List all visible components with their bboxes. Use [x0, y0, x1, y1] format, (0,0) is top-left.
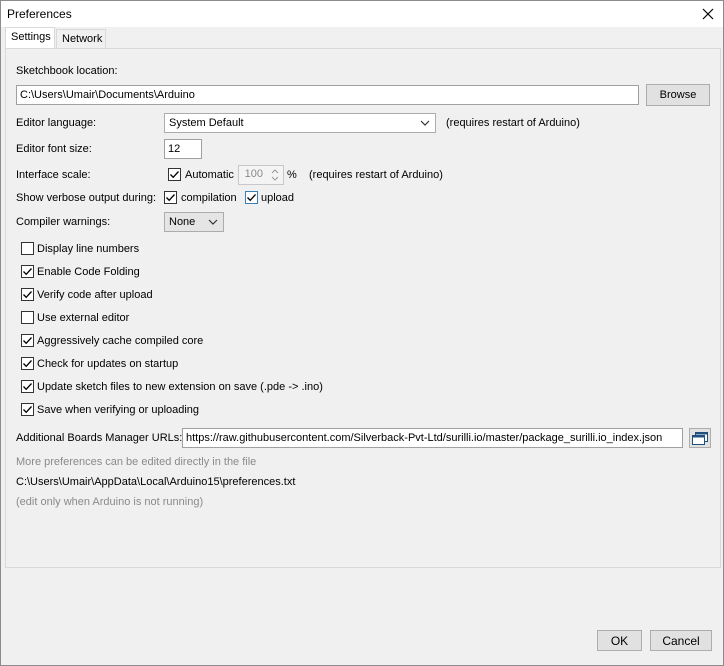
- automatic-checkbox[interactable]: [168, 168, 181, 181]
- boards-urls-label: Additional Boards Manager URLs:: [16, 432, 183, 444]
- interface-scale-note: (requires restart of Arduino): [309, 169, 443, 181]
- interface-scale-spinner[interactable]: 100: [238, 165, 284, 185]
- interface-scale-unit: %: [287, 169, 297, 181]
- editor-language-note: (requires restart of Arduino): [446, 117, 580, 129]
- edit-note: (edit only when Arduino is not running): [16, 496, 204, 508]
- checkmark-icon: [247, 194, 256, 202]
- automatic-label: Automatic: [185, 169, 234, 181]
- settings-panel: Sketchbook location: C:\Users\Umair\Docu…: [5, 48, 721, 568]
- browse-button-label: Browse: [659, 89, 697, 101]
- ok-button-label: OK: [610, 633, 629, 648]
- interface-scale-value: 100: [244, 168, 263, 180]
- save-when-verifying-label: Save when verifying or uploading: [37, 404, 200, 416]
- display-line-numbers-label: Display line numbers: [37, 243, 140, 255]
- cancel-button-label: Cancel: [662, 633, 700, 648]
- enable-code-folding-checkbox[interactable]: [21, 265, 34, 278]
- check-updates-label: Check for updates on startup: [37, 358, 179, 370]
- update-sketch-extension-checkbox[interactable]: [21, 380, 34, 393]
- update-sketch-extension-label: Update sketch files to new extension on …: [37, 381, 323, 393]
- sketchbook-location-input[interactable]: C:\Users\Umair\Documents\Arduino: [16, 85, 639, 105]
- save-when-verifying-checkbox[interactable]: [21, 403, 34, 416]
- editor-language-select[interactable]: System Default: [164, 113, 436, 133]
- tab-network[interactable]: Network: [56, 29, 106, 49]
- spinner-arrows-icon: [271, 169, 279, 181]
- preferences-file-path: C:\Users\Umair\AppData\Local\Arduino15\p…: [16, 476, 296, 488]
- chevron-down-icon: [208, 219, 218, 225]
- cache-compiled-core-label: Aggressively cache compiled core: [37, 335, 204, 347]
- close-icon: [702, 8, 714, 20]
- more-prefs-note: More preferences can be edited directly …: [16, 456, 257, 468]
- verify-after-upload-checkbox[interactable]: [21, 288, 34, 301]
- boards-urls-input[interactable]: https://raw.githubusercontent.com/Silver…: [182, 428, 683, 448]
- enable-code-folding-label: Enable Code Folding: [37, 266, 140, 278]
- tab-settings[interactable]: Settings: [5, 27, 55, 49]
- verbose-compilation-label: compilation: [181, 192, 237, 204]
- verbose-compilation-checkbox[interactable]: [164, 191, 177, 204]
- compiler-warnings-label: Compiler warnings:: [16, 216, 111, 228]
- check-updates-checkbox[interactable]: [21, 357, 34, 370]
- compiler-warnings-value: None: [169, 216, 196, 228]
- use-external-editor-checkbox[interactable]: [21, 311, 34, 324]
- checkmark-icon: [23, 360, 32, 368]
- use-external-editor-label: Use external editor: [37, 312, 130, 324]
- checkmark-icon: [23, 337, 32, 345]
- tab-network-label: Network: [62, 33, 103, 45]
- window-icon: [692, 431, 708, 445]
- close-button[interactable]: [693, 1, 723, 27]
- cache-compiled-core-checkbox[interactable]: [21, 334, 34, 347]
- checkmark-icon: [23, 406, 32, 414]
- ok-button[interactable]: OK: [597, 630, 642, 651]
- checkmark-icon: [23, 268, 32, 276]
- verbose-label: Show verbose output during:: [16, 192, 157, 204]
- verbose-upload-checkbox[interactable]: [245, 191, 258, 204]
- window-title: Preferences: [7, 7, 72, 21]
- verify-after-upload-label: Verify code after upload: [37, 289, 153, 301]
- editor-language-label: Editor language:: [16, 117, 97, 129]
- font-size-input[interactable]: 12: [164, 139, 202, 159]
- cancel-button[interactable]: Cancel: [650, 630, 712, 651]
- tab-settings-label: Settings: [11, 31, 51, 43]
- display-line-numbers-checkbox[interactable]: [21, 242, 34, 255]
- compiler-warnings-select[interactable]: None: [164, 212, 224, 232]
- interface-scale-label: Interface scale:: [16, 169, 91, 181]
- chevron-down-icon: [420, 120, 430, 126]
- preferences-window: Preferences Settings Network Sketchbook …: [0, 0, 724, 666]
- editor-language-value: System Default: [169, 117, 244, 129]
- checkmark-icon: [166, 194, 175, 202]
- edit-urls-button[interactable]: [689, 428, 711, 448]
- sketchbook-label: Sketchbook location:: [16, 65, 118, 77]
- font-size-label: Editor font size:: [16, 143, 92, 155]
- browse-button[interactable]: Browse: [646, 84, 710, 106]
- checkmark-icon: [170, 171, 179, 179]
- checkmark-icon: [23, 291, 32, 299]
- title-bar: Preferences: [1, 1, 723, 27]
- verbose-upload-label: upload: [261, 192, 295, 204]
- checkmark-icon: [23, 383, 32, 391]
